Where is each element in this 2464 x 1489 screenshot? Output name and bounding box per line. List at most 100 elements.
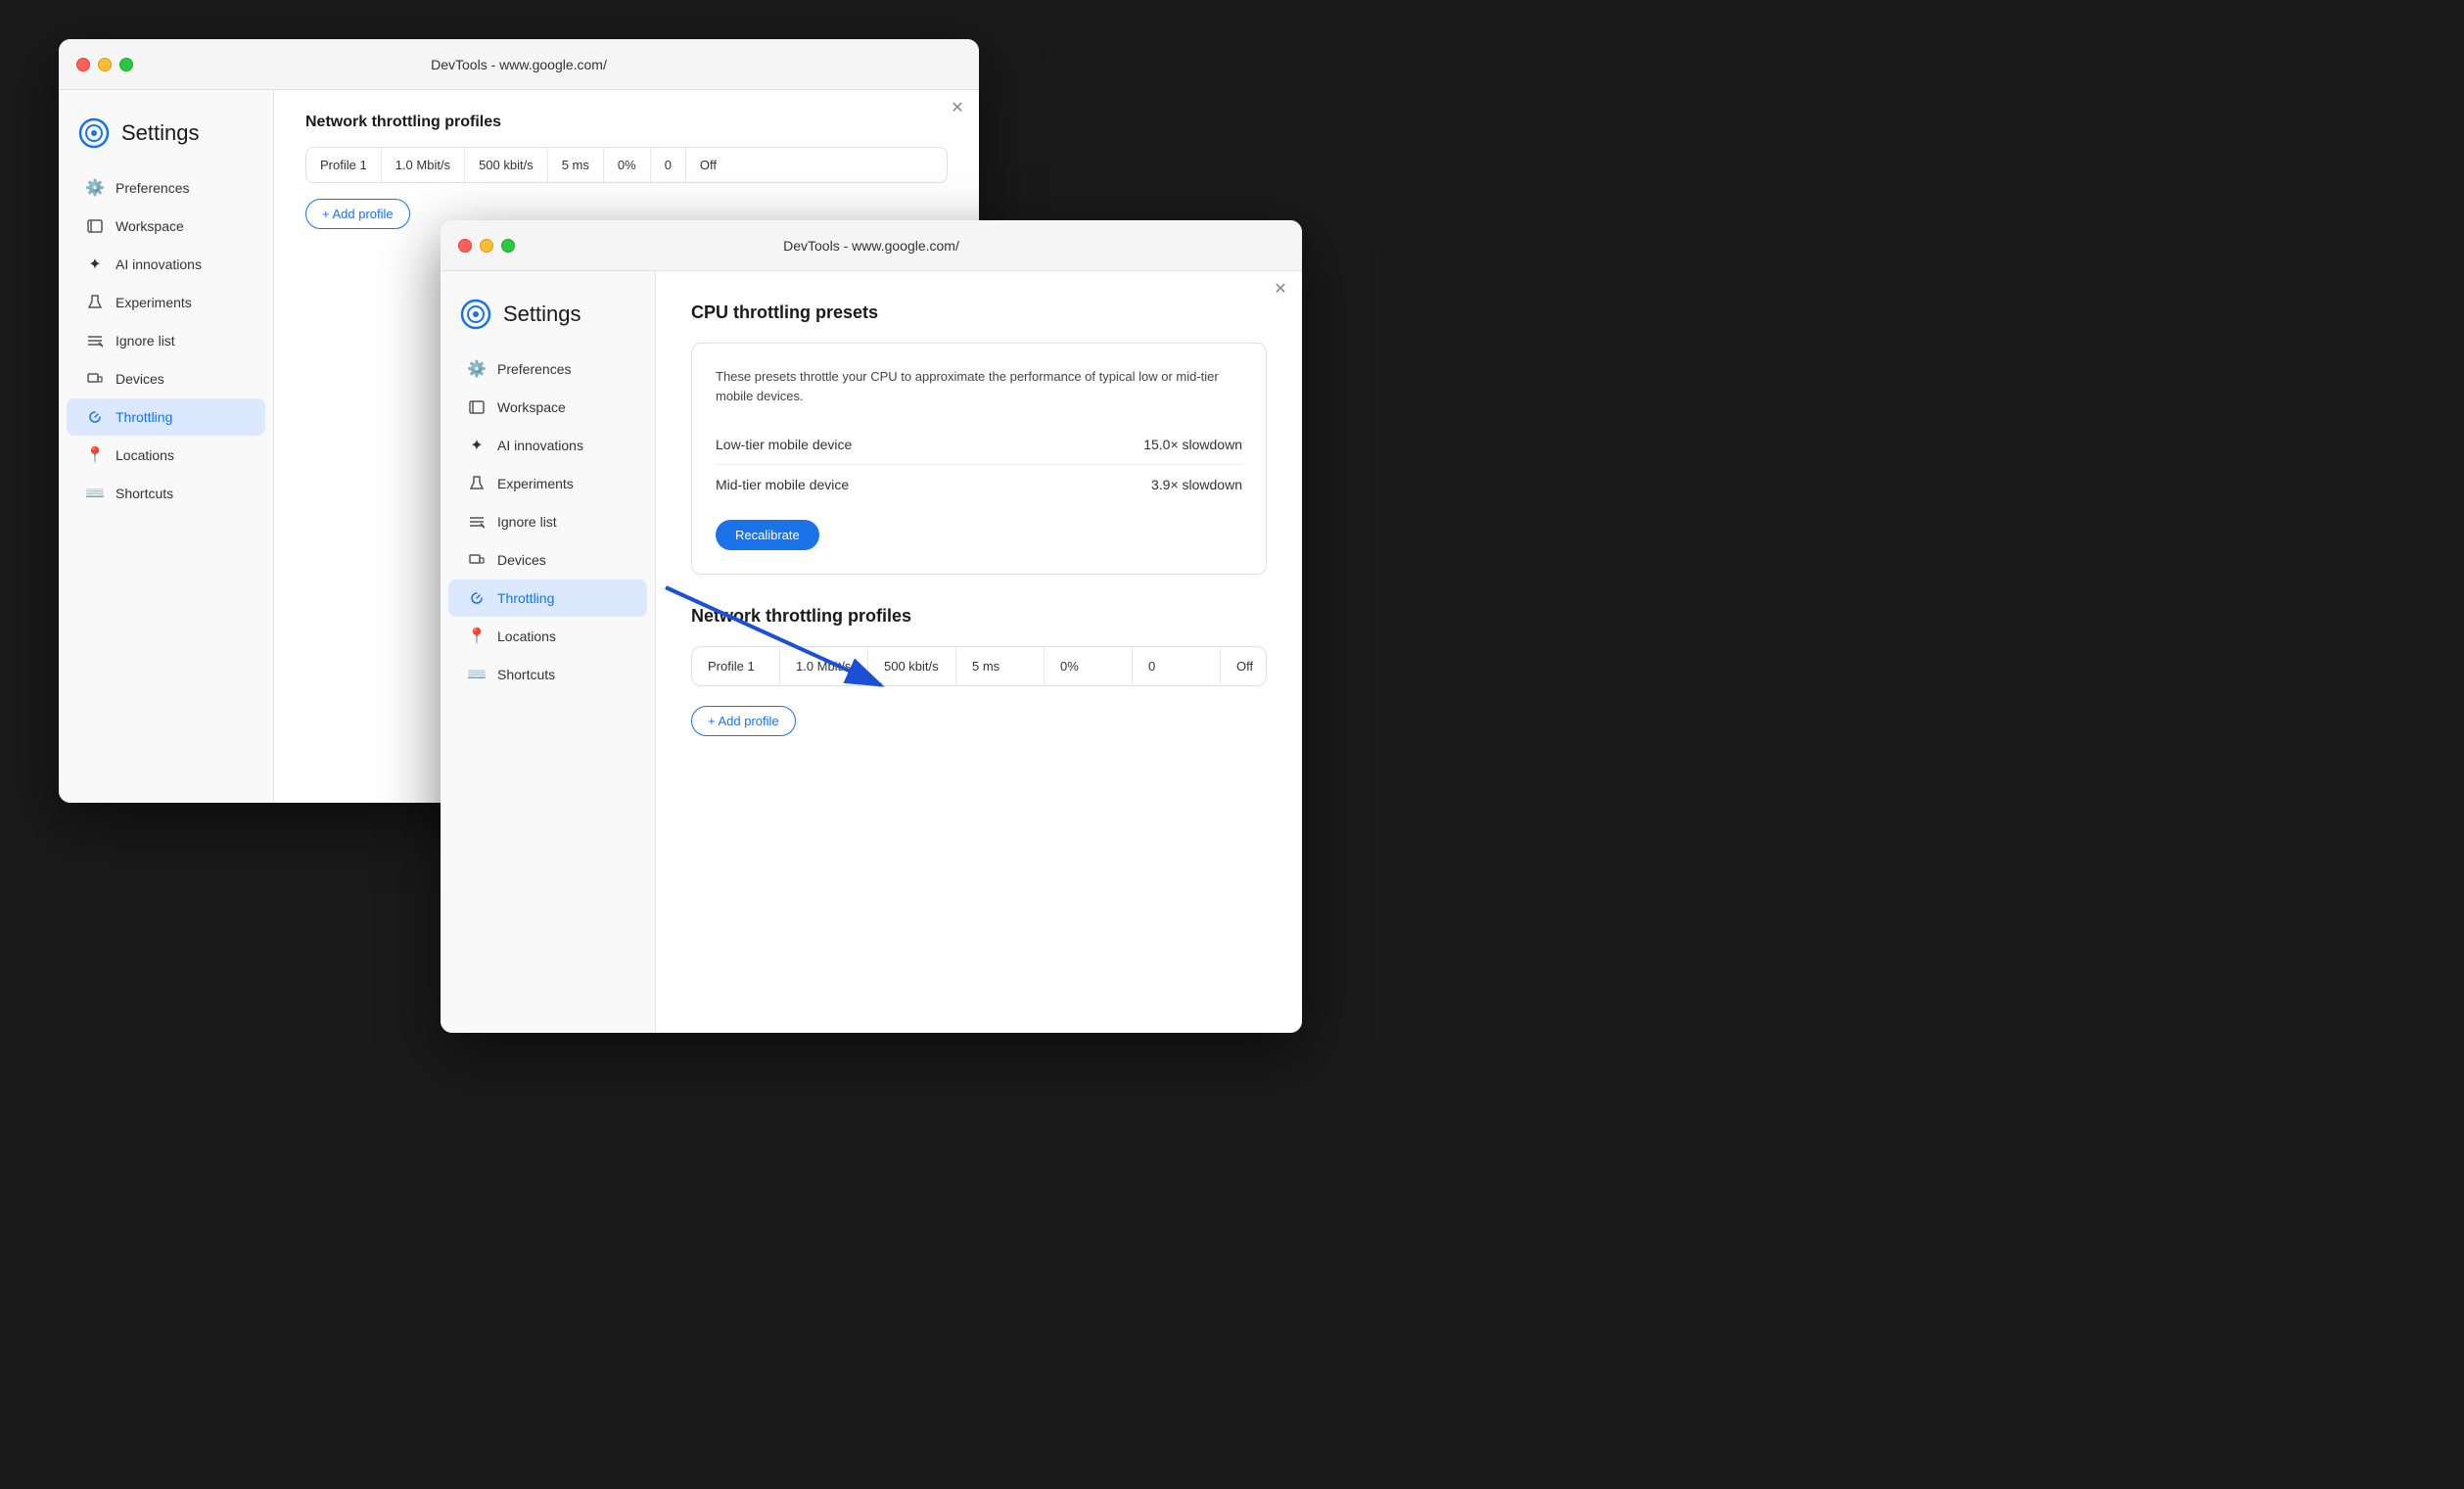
ignorelist-icon-1 (86, 332, 104, 349)
shortcuts-label-2: Shortcuts (497, 667, 555, 682)
cpu-throttling-box: These presets throttle your CPU to appro… (691, 343, 1267, 575)
settings-header-2: Settings (441, 291, 655, 349)
settings-body-2: Settings ⚙️ Preferences Workspace ✦ AI i… (441, 271, 1302, 1033)
sidebar-item-ignorelist-1[interactable]: Ignore list (67, 322, 265, 359)
preferences-icon-1: ⚙️ (86, 179, 104, 197)
sidebar-item-workspace-2[interactable]: Workspace (448, 389, 647, 426)
locations-label-1: Locations (116, 447, 174, 463)
experiments-label-1: Experiments (116, 295, 192, 310)
window-2: DevTools - www.google.com/ Settings ⚙️ P… (441, 220, 1302, 1033)
close-btn-1[interactable]: ✕ (948, 98, 967, 117)
main-content-2: ✕ CPU throttling presets These presets t… (656, 271, 1302, 1033)
sidebar-item-experiments-1[interactable]: Experiments (67, 284, 265, 321)
sidebar-item-preferences-2[interactable]: ⚙️ Preferences (448, 350, 647, 388)
experiments-label-2: Experiments (497, 476, 574, 491)
recalibrate-button[interactable]: Recalibrate (716, 520, 819, 550)
sidebar-item-throttling-2[interactable]: Throttling (448, 580, 647, 617)
sidebar-item-workspace-1[interactable]: Workspace (67, 208, 265, 245)
ignorelist-icon-2 (468, 513, 486, 531)
sidebar-item-locations-2[interactable]: 📍 Locations (448, 618, 647, 655)
ai-label-2: AI innovations (497, 438, 583, 453)
throttling-label-1: Throttling (116, 409, 172, 425)
minimize-button-1[interactable] (98, 58, 112, 71)
settings-title-2: Settings (503, 302, 581, 327)
devices-icon-2 (468, 551, 486, 569)
cpu-description: These presets throttle your CPU to appro… (716, 367, 1242, 405)
preferences-icon-2: ⚙️ (468, 360, 486, 378)
locations-icon-2: 📍 (468, 628, 486, 645)
network-section-title-2: Network throttling profiles (691, 606, 1267, 627)
net-cell-queue: 0 (1133, 647, 1221, 685)
traffic-lights-1 (76, 58, 133, 71)
shortcuts-label-1: Shortcuts (116, 486, 173, 501)
devtools-logo-1 (78, 117, 110, 149)
net-cell-up: 500 kbit/s (868, 647, 956, 685)
sidebar-item-ignorelist-2[interactable]: Ignore list (448, 503, 647, 540)
ai-icon-1: ✦ (86, 256, 104, 273)
devtools-logo-2 (460, 299, 491, 330)
sidebar-item-shortcuts-1[interactable]: ⌨️ Shortcuts (67, 475, 265, 512)
cell-queue-1: 0 (651, 148, 686, 182)
maximize-button-1[interactable] (119, 58, 133, 71)
close-button-1[interactable] (76, 58, 90, 71)
cell-off-1: Off (686, 148, 730, 182)
throttling-icon-2 (468, 589, 486, 607)
cell-up-1: 500 kbit/s (465, 148, 548, 182)
window-title-2: DevTools - www.google.com/ (783, 238, 959, 254)
minimize-button-2[interactable] (480, 239, 493, 253)
network-row-1: Profile 1 1.0 Mbit/s 500 kbit/s 5 ms 0% … (306, 148, 947, 182)
traffic-lights-2 (458, 239, 515, 253)
sidebar-2: Settings ⚙️ Preferences Workspace ✦ AI i… (441, 271, 656, 1033)
locations-label-2: Locations (497, 628, 556, 644)
cpu-mid-tier-name: Mid-tier mobile device (716, 477, 849, 492)
sidebar-item-devices-2[interactable]: Devices (448, 541, 647, 579)
net-cell-down: 1.0 Mbit/s (780, 647, 868, 685)
net-cell-profile: Profile 1 (692, 647, 780, 685)
cpu-low-tier-row: Low-tier mobile device 15.0× slowdown (716, 425, 1242, 465)
sidebar-item-experiments-2[interactable]: Experiments (448, 465, 647, 502)
network-section-title-1: Network throttling profiles (305, 114, 948, 131)
cpu-mid-tier-row: Mid-tier mobile device 3.9× slowdown (716, 465, 1242, 504)
cell-down-1: 1.0 Mbit/s (382, 148, 465, 182)
settings-title-1: Settings (121, 120, 200, 146)
cpu-section-title: CPU throttling presets (691, 302, 1267, 323)
ai-label-1: AI innovations (116, 256, 202, 272)
devices-icon-1 (86, 370, 104, 388)
locations-icon-1: 📍 (86, 446, 104, 464)
preferences-label-1: Preferences (116, 180, 189, 196)
cell-loss-1: 0% (604, 148, 651, 182)
add-profile-btn-2[interactable]: + Add profile (691, 706, 796, 736)
cell-latency-1: 5 ms (548, 148, 604, 182)
cell-profile-1: Profile 1 (306, 148, 382, 182)
cpu-low-tier-slowdown: 15.0× slowdown (1143, 437, 1242, 452)
sidebar-item-locations-1[interactable]: 📍 Locations (67, 437, 265, 474)
sidebar-item-devices-1[interactable]: Devices (67, 360, 265, 397)
close-btn-2[interactable]: ✕ (1271, 279, 1290, 299)
titlebar-2: DevTools - www.google.com/ (441, 220, 1302, 271)
cpu-mid-tier-slowdown: 3.9× slowdown (1151, 477, 1242, 492)
devices-label-2: Devices (497, 552, 546, 568)
throttling-icon-1 (86, 408, 104, 426)
ignorelist-label-1: Ignore list (116, 333, 175, 349)
shortcuts-icon-1: ⌨️ (86, 485, 104, 502)
add-profile-btn-1[interactable]: + Add profile (305, 199, 410, 229)
ai-icon-2: ✦ (468, 437, 486, 454)
devices-label-1: Devices (116, 371, 164, 387)
maximize-button-2[interactable] (501, 239, 515, 253)
experiments-icon-2 (468, 475, 486, 492)
net-cell-off: Off (1221, 647, 1267, 685)
sidebar-item-ai-2[interactable]: ✦ AI innovations (448, 427, 647, 464)
net-cell-latency: 5 ms (956, 647, 1045, 685)
sidebar-item-shortcuts-2[interactable]: ⌨️ Shortcuts (448, 656, 647, 693)
cpu-low-tier-name: Low-tier mobile device (716, 437, 852, 452)
sidebar-item-preferences-1[interactable]: ⚙️ Preferences (67, 169, 265, 207)
ignorelist-label-2: Ignore list (497, 514, 557, 530)
workspace-icon-1 (86, 217, 104, 235)
experiments-icon-1 (86, 294, 104, 311)
network-table-2: Profile 1 1.0 Mbit/s 500 kbit/s 5 ms 0% … (691, 646, 1267, 686)
preferences-label-2: Preferences (497, 361, 571, 377)
sidebar-1: Settings ⚙️ Preferences Workspace ✦ AI i… (59, 90, 274, 803)
sidebar-item-ai-1[interactable]: ✦ AI innovations (67, 246, 265, 283)
sidebar-item-throttling-1[interactable]: Throttling (67, 398, 265, 436)
close-button-2[interactable] (458, 239, 472, 253)
